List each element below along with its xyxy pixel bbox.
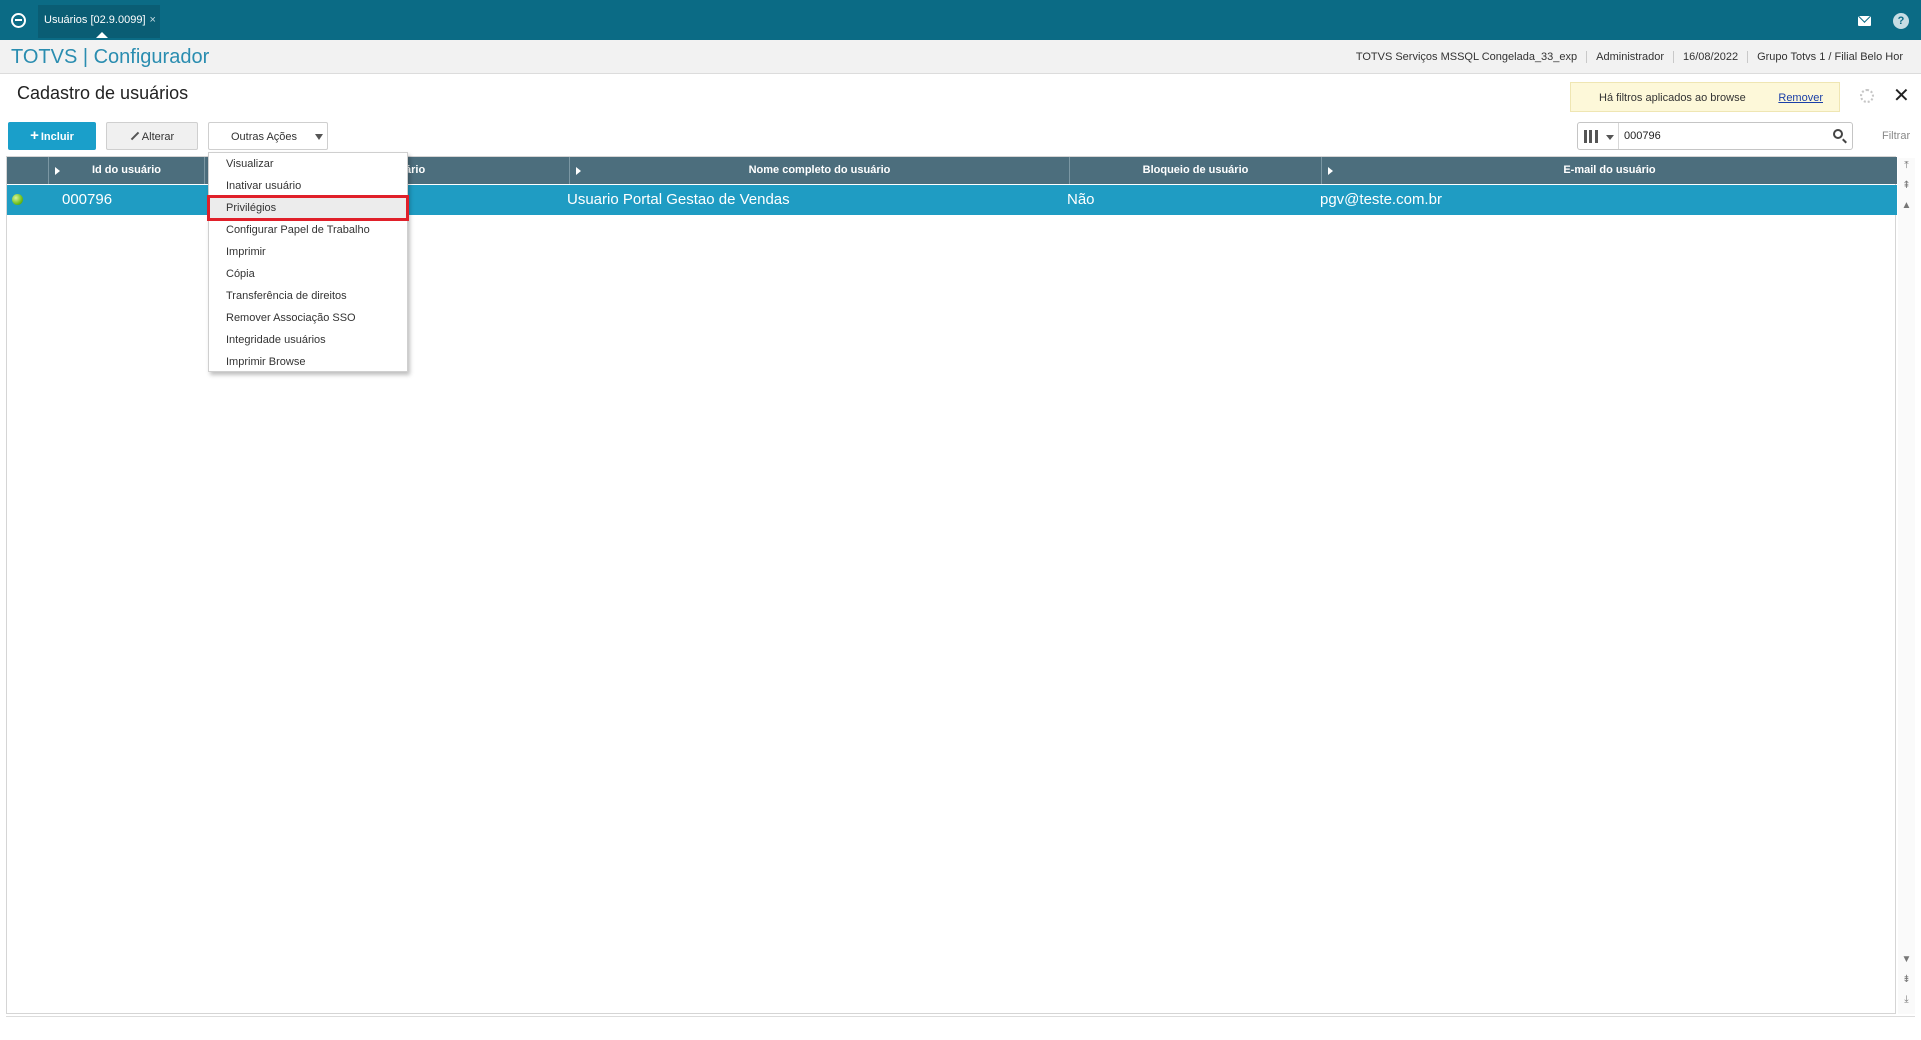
status-active-icon — [12, 194, 23, 205]
scroll-top-icon[interactable]: ⤒ — [1901, 160, 1912, 171]
pencil-icon — [130, 131, 140, 141]
incluir-label: Incluir — [40, 131, 74, 143]
sort-arrow-icon — [55, 167, 60, 175]
menu-item-inativar-usuario[interactable]: Inativar usuário — [209, 175, 407, 197]
filter-remove-link[interactable]: Remover — [1778, 92, 1823, 104]
user-label: Administrador — [1586, 51, 1673, 63]
footer-divider — [6, 1016, 1915, 1017]
filter-notice: Há filtros aplicados ao browse Remover — [1570, 82, 1840, 112]
environment-label: TOTVS Serviços MSSQL Congelada_33_exp — [1355, 51, 1578, 63]
sort-arrow-icon — [1328, 167, 1333, 175]
search-divider — [1618, 123, 1619, 149]
scroll-up-icon[interactable]: ▲ — [1901, 200, 1912, 211]
tab-usuarios[interactable]: Usuários [02.9.0099] × — [38, 5, 160, 38]
header-nome[interactable]: Nome completo do usuário — [570, 157, 1070, 184]
sort-arrow-icon — [576, 167, 581, 175]
cell-email: pgv@teste.com.br — [1320, 191, 1442, 208]
app-title: TOTVS | Configurador — [11, 46, 210, 68]
plus-icon: + — [30, 127, 39, 144]
outras-acoes-button[interactable]: Outras Ações — [208, 122, 328, 150]
incluir-button[interactable]: + Incluir — [8, 122, 96, 150]
alterar-label: Alterar — [141, 131, 175, 143]
menu-item-imprimir[interactable]: Imprimir — [209, 241, 407, 263]
scroll-page-up-icon[interactable]: ⇞ — [1901, 180, 1912, 191]
header-bloqueio[interactable]: Bloqueio de usuário — [1070, 157, 1322, 184]
close-icon[interactable]: ✕ — [1893, 83, 1910, 108]
menu-item-visualizar[interactable]: Visualizar — [209, 153, 407, 175]
settings-gear-icon[interactable] — [1860, 89, 1874, 103]
menu-item-imprimir-browse[interactable]: Imprimir Browse — [209, 351, 407, 373]
top-bar: Usuários [02.9.0099] × ? — [0, 0, 1921, 40]
date-label: 16/08/2022 — [1673, 51, 1747, 63]
company-label: Grupo Totvs 1 / Filial Belo Hor — [1747, 51, 1912, 63]
scroll-bottom-icon[interactable]: ⤓ — [1901, 994, 1912, 1005]
totvs-logo-icon[interactable] — [11, 13, 26, 28]
search-icon[interactable] — [1833, 129, 1843, 139]
mail-icon[interactable] — [1858, 16, 1871, 26]
alterar-button[interactable]: Alterar — [106, 122, 198, 150]
chevron-down-icon[interactable] — [1606, 135, 1614, 140]
filtrar-link[interactable]: Filtrar — [1882, 130, 1910, 142]
scroll-page-down-icon[interactable]: ⇟ — [1901, 974, 1912, 985]
tab-title: Usuários [02.9.0099] — [44, 14, 146, 26]
menu-item-copia[interactable]: Cópia — [209, 263, 407, 285]
vertical-scrollbar[interactable]: ⤒ ⇞ ▲ ▼ ⇟ ⤓ — [1898, 158, 1915, 1014]
menu-item-transferencia[interactable]: Transferência de direitos — [209, 285, 407, 307]
help-icon[interactable]: ? — [1893, 13, 1909, 29]
tab-active-caret-icon — [96, 32, 108, 38]
menu-item-remover-sso[interactable]: Remover Associação SSO — [209, 307, 407, 329]
search-box — [1577, 122, 1853, 150]
menu-item-configurar-papel[interactable]: Configurar Papel de Trabalho — [209, 219, 407, 241]
page-title: Cadastro de usuários — [17, 83, 189, 103]
cell-bloqueio: Não — [1067, 191, 1095, 208]
scroll-down-icon[interactable]: ▼ — [1901, 954, 1912, 965]
header-status-col — [7, 157, 49, 184]
tab-close-icon[interactable]: × — [150, 14, 156, 26]
header-email[interactable]: E-mail do usuário — [1322, 157, 1897, 184]
columns-icon[interactable] — [1584, 130, 1598, 143]
header-id[interactable]: Id do usuário — [49, 157, 205, 184]
filter-notice-text: Há filtros aplicados ao browse — [1599, 92, 1746, 104]
menu-item-integridade[interactable]: Integridade usuários — [209, 329, 407, 351]
menu-item-privilegios[interactable]: Privilégios — [207, 195, 409, 221]
outras-acoes-label: Outras Ações — [231, 131, 298, 143]
cell-id: 000796 — [62, 191, 113, 208]
app-header: TOTVS | Configurador TOTVS Serviços MSSQ… — [0, 40, 1921, 74]
cell-nome: Usuario Portal Gestao de Vendas — [567, 191, 790, 208]
chevron-down-icon — [315, 134, 323, 140]
outras-acoes-menu: Visualizar Inativar usuário Privilégios … — [207, 152, 409, 373]
app-info: TOTVS Serviços MSSQL Congelada_33_exp Adm… — [1347, 51, 1912, 63]
search-input[interactable] — [1624, 128, 1824, 144]
